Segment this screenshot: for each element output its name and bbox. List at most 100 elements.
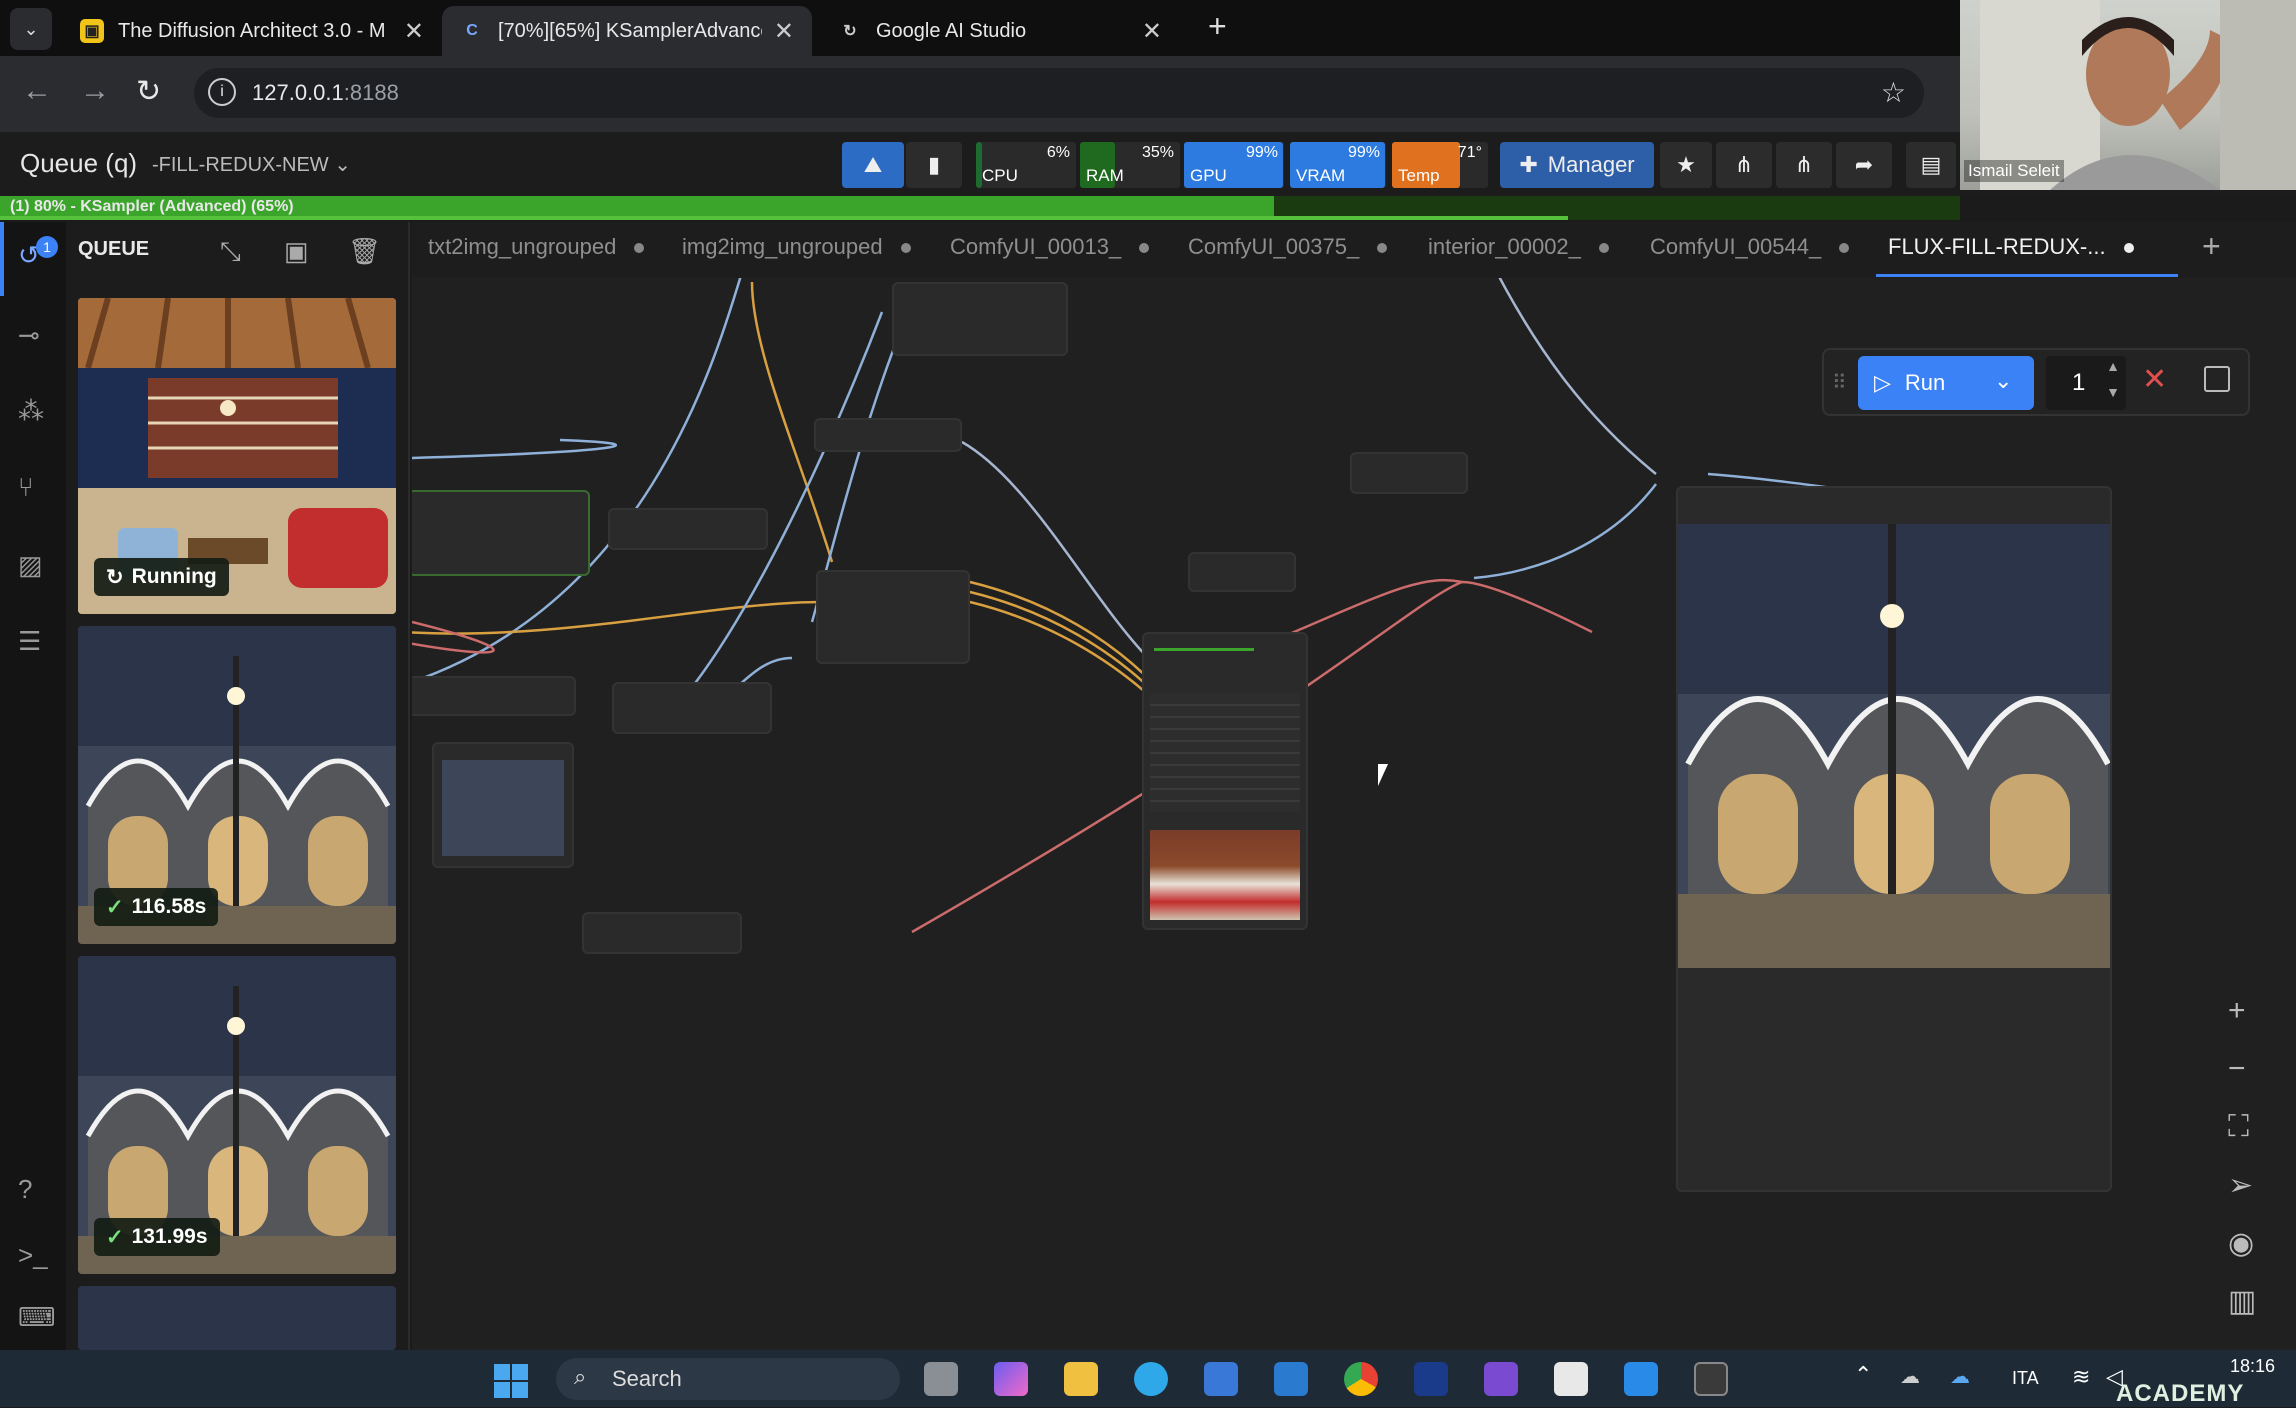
keyboard-icon[interactable]: ⌨ xyxy=(18,1302,56,1333)
trash-icon[interactable]: 🗑 xyxy=(348,236,381,267)
workflow-action-button[interactable]: ⋔ xyxy=(1716,142,1772,188)
site-info-icon[interactable]: i xyxy=(208,78,236,106)
chevron-down-icon[interactable]: ⌄ xyxy=(1994,368,2012,394)
windows-start-icon[interactable] xyxy=(494,1364,528,1398)
share-button[interactable]: ➦ xyxy=(1836,142,1892,188)
new-workflow-tab-button[interactable]: + xyxy=(2202,228,2221,265)
copilot-icon[interactable] xyxy=(994,1362,1028,1396)
url-field[interactable]: i 127.0.0.1:8188 ☆ xyxy=(194,68,1924,118)
workflow-name-dropdown[interactable]: -FILL-REDUX-NEW ⌄ xyxy=(152,152,351,177)
bookmark-star-icon[interactable]: ☆ xyxy=(1881,76,1906,109)
collapse-icon[interactable]: ⤡ xyxy=(220,236,241,268)
tab-list-dropdown-button[interactable]: ⌄ xyxy=(10,8,52,50)
fit-view-icon[interactable]: ⛶ xyxy=(2228,1110,2249,1144)
batch-count-input[interactable]: 1 ▲ ▼ xyxy=(2046,356,2126,410)
graph-node[interactable] xyxy=(608,508,768,550)
workflows-icon[interactable]: ⑂ xyxy=(18,472,34,503)
save-image-node[interactable] xyxy=(1676,486,2112,1192)
graph-node[interactable] xyxy=(816,570,970,664)
app-window-icon[interactable] xyxy=(1554,1362,1588,1396)
clock[interactable]: 18:16 xyxy=(2230,1356,2275,1377)
graph-node[interactable] xyxy=(892,282,1068,356)
image-view-icon[interactable]: ▣ xyxy=(284,236,309,267)
unsaved-dot-icon[interactable] xyxy=(2123,243,2134,254)
task-view-icon[interactable] xyxy=(924,1362,958,1396)
graph-node-group[interactable] xyxy=(412,490,590,576)
terminal-app-icon[interactable] xyxy=(1694,1362,1728,1396)
reload-icon[interactable]: ↻ xyxy=(136,74,161,109)
unsaved-dot-icon[interactable] xyxy=(1377,243,1388,254)
keyboard-language[interactable]: ITA xyxy=(2012,1368,2039,1389)
workflow-tab[interactable]: ComfyUI_00375_ xyxy=(1188,234,1388,260)
queue-item-completed[interactable]: ✓ 116.58s xyxy=(78,626,396,944)
queue-title[interactable]: Queue (q) xyxy=(20,148,137,179)
workflow-tab[interactable]: img2img_ungrouped xyxy=(682,234,911,260)
drag-handle-icon[interactable]: ⠿ xyxy=(1832,370,1847,395)
templates-icon[interactable]: ☰ xyxy=(18,626,41,657)
queue-item-partial[interactable] xyxy=(78,1286,396,1350)
vscode-icon[interactable] xyxy=(1624,1362,1658,1396)
image-preview-node[interactable] xyxy=(432,742,574,868)
unsaved-dot-icon[interactable] xyxy=(634,243,645,254)
decrement-icon[interactable]: ▼ xyxy=(2106,384,2120,400)
graph-node[interactable] xyxy=(1188,552,1296,592)
image-gallery-icon[interactable]: ▨ xyxy=(18,550,43,581)
select-mode-icon[interactable]: ➢ xyxy=(2228,1168,2253,1203)
help-icon[interactable]: ? xyxy=(18,1174,32,1205)
increment-icon[interactable]: ▲ xyxy=(2106,358,2120,374)
zoom-in-icon[interactable]: + xyxy=(2228,994,2246,1028)
outlook-icon[interactable] xyxy=(1274,1362,1308,1396)
graph-node[interactable] xyxy=(582,912,742,954)
wifi-icon[interactable]: ≋ xyxy=(2072,1364,2090,1390)
unsaved-dot-icon[interactable] xyxy=(1839,243,1850,254)
close-tab-icon[interactable]: ✕ xyxy=(404,17,424,46)
browser-tab-diffusion-architect[interactable]: ▣ The Diffusion Architect 3.0 - M ✕ xyxy=(62,6,442,56)
workflow-tab[interactable]: ComfyUI_00013_ xyxy=(950,234,1150,260)
taskbar-search[interactable]: ⌕ Search xyxy=(556,1358,900,1400)
cancel-icon[interactable]: ✕ xyxy=(2142,362,2167,397)
queue-item-running[interactable]: ↻ Running xyxy=(78,298,396,614)
manager-button[interactable]: ✚ Manager xyxy=(1500,142,1654,188)
comfyui-app-icon[interactable] xyxy=(1414,1362,1448,1396)
graph-node[interactable] xyxy=(1350,452,1468,494)
workflow-tab[interactable]: FLUX-FILL-REDUX-... xyxy=(1888,234,2134,260)
unsaved-dot-icon[interactable] xyxy=(900,243,911,254)
unsaved-dot-icon[interactable] xyxy=(1598,243,1609,254)
edge-icon[interactable] xyxy=(1134,1362,1168,1396)
file-explorer-icon[interactable] xyxy=(1064,1362,1098,1396)
minimap-icon[interactable]: ▥ xyxy=(2228,1284,2256,1319)
visual-studio-icon[interactable] xyxy=(1484,1362,1518,1396)
queue-item-completed[interactable]: ✓ 131.99s xyxy=(78,956,396,1274)
gallery-button[interactable]: ▤ xyxy=(1906,142,1956,188)
bookmark-button[interactable]: ▮ xyxy=(906,142,962,188)
workflow-tab[interactable]: txt2img_ungrouped xyxy=(428,234,645,260)
back-arrow-icon[interactable]: ← xyxy=(22,74,52,108)
graph-node[interactable] xyxy=(412,676,576,716)
graph-node[interactable] xyxy=(814,418,962,452)
forward-arrow-icon[interactable]: → xyxy=(80,74,110,108)
workflow-action-button-2[interactable]: ⋔ xyxy=(1776,142,1832,188)
terminal-icon[interactable]: >_ xyxy=(18,1240,48,1271)
favorites-button[interactable]: ★ xyxy=(1660,142,1712,188)
unsaved-dot-icon[interactable] xyxy=(1139,243,1150,254)
store-icon[interactable] xyxy=(1204,1362,1238,1396)
zoom-out-icon[interactable]: − xyxy=(2228,1052,2246,1086)
close-tab-icon[interactable]: ✕ xyxy=(1142,17,1162,46)
comfy-logo-button[interactable]: ⛰ xyxy=(842,142,904,188)
workflow-tab[interactable]: interior_00002_ xyxy=(1428,234,1609,260)
new-tab-button[interactable]: + xyxy=(1208,8,1227,45)
graph-node[interactable] xyxy=(612,682,772,734)
tray-chevron-up-icon[interactable]: ⌃ xyxy=(1854,1362,1872,1388)
stop-icon[interactable] xyxy=(2204,366,2230,392)
browser-tab-ksampler[interactable]: C [70%][65%] KSamplerAdvanced ✕ xyxy=(442,6,812,56)
browser-tab-google-ai-studio[interactable]: ↻ Google AI Studio ✕ xyxy=(820,6,1180,56)
ksampler-node[interactable] xyxy=(1142,632,1308,930)
chrome-icon[interactable] xyxy=(1344,1362,1378,1396)
workflow-tab[interactable]: ComfyUI_00544_ xyxy=(1650,234,1850,260)
model-library-icon[interactable]: ⁂ xyxy=(18,396,44,427)
tray-app-icon[interactable]: ☁ xyxy=(1900,1364,1920,1389)
run-button[interactable]: ▷ Run ⌄ xyxy=(1858,356,2034,410)
onedrive-icon[interactable]: ☁ xyxy=(1950,1364,1970,1389)
toggle-links-icon[interactable]: ◉ xyxy=(2228,1226,2254,1261)
close-tab-icon[interactable]: ✕ xyxy=(774,17,794,46)
